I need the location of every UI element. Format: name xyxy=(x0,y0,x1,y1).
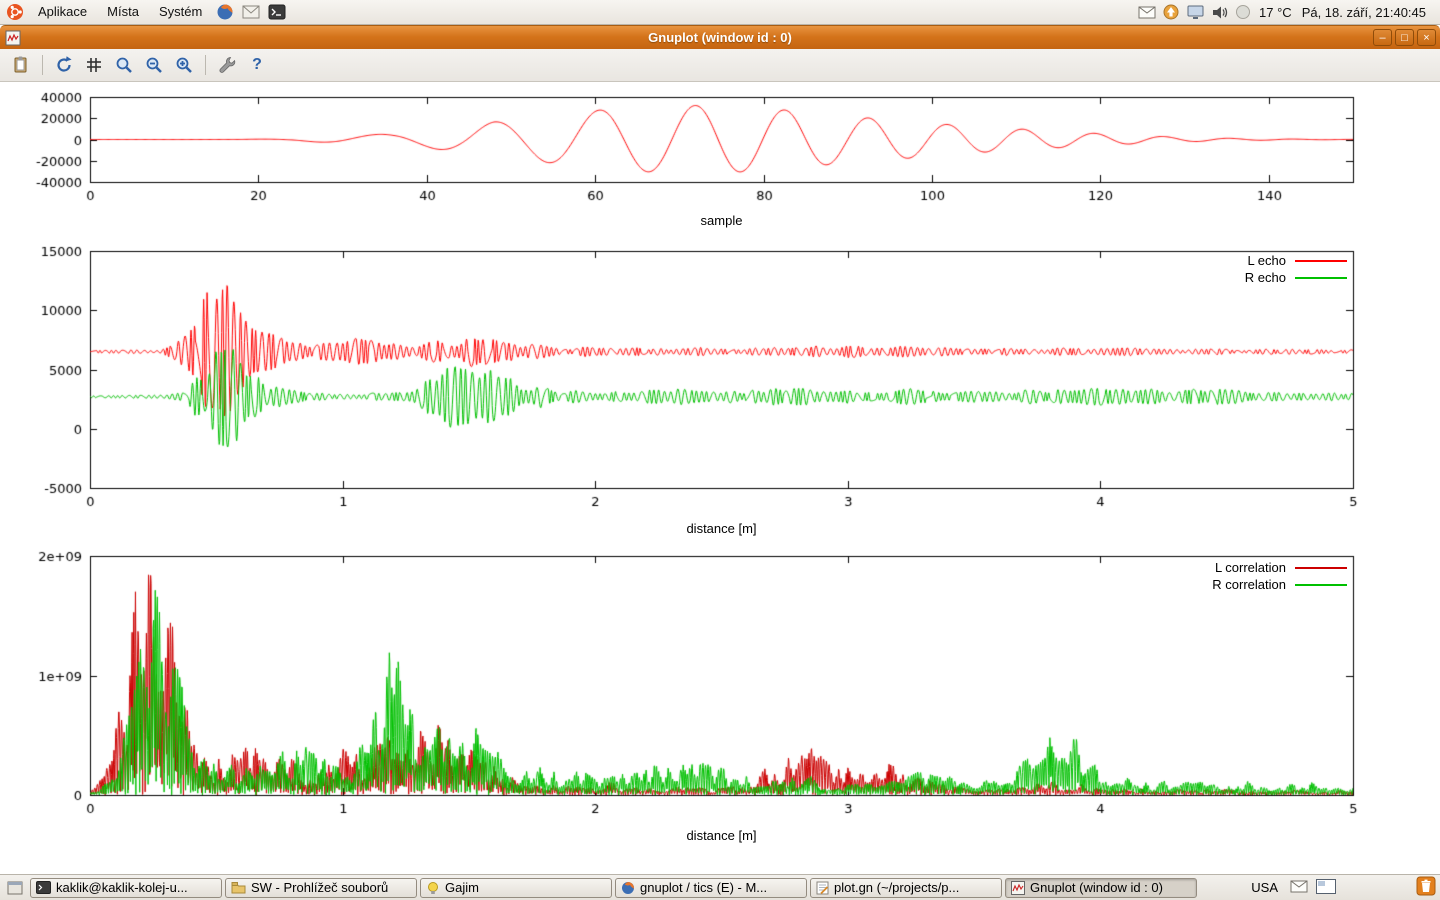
menu-applications[interactable]: Aplikace xyxy=(28,0,97,24)
legend-label: L correlation xyxy=(1215,560,1286,575)
zoom-previous-button[interactable] xyxy=(111,52,137,78)
trash-icon[interactable] xyxy=(1416,876,1436,899)
taskbar-item-browser[interactable]: gnuplot / tics (E) - M... xyxy=(615,878,807,898)
window-controls: – □ × xyxy=(1373,29,1436,46)
toolbar-separator xyxy=(205,55,206,75)
distributor-logo-icon[interactable] xyxy=(6,3,24,21)
clock[interactable]: Pá, 18. září, 21:40:45 xyxy=(1302,5,1426,20)
show-desktop-button[interactable] xyxy=(4,878,26,898)
wrench-icon[interactable] xyxy=(214,52,240,78)
keyboard-layout-indicator[interactable]: USA xyxy=(1247,880,1282,895)
zoom-in-button[interactable] xyxy=(171,52,197,78)
maximize-button[interactable]: □ xyxy=(1395,29,1414,46)
window-titlebar[interactable]: Gnuplot (window id : 0) – □ × xyxy=(0,25,1440,51)
taskbar-item-file-manager[interactable]: SW - Prohlížeč souborů xyxy=(225,878,417,898)
legend-label: R correlation xyxy=(1212,577,1286,592)
terminal-icon xyxy=(36,881,51,894)
legend-line-sample xyxy=(1295,567,1347,569)
window-title: Gnuplot (window id : 0) xyxy=(0,26,1440,50)
terminal-icon[interactable] xyxy=(266,1,288,23)
legend-line-sample xyxy=(1295,584,1347,586)
text-editor-icon xyxy=(816,881,829,895)
gnuplot-icon xyxy=(1011,881,1025,895)
firefox-icon xyxy=(621,881,635,895)
taskbar-item-gnuplot[interactable]: Gnuplot (window id : 0) xyxy=(1005,878,1197,898)
chart-top-canvas[interactable] xyxy=(0,90,1440,210)
menu-places[interactable]: Místa xyxy=(97,0,149,24)
taskbar-item-label: gnuplot / tics (E) - M... xyxy=(640,880,767,895)
minimize-button[interactable]: – xyxy=(1373,29,1392,46)
weather-icon[interactable] xyxy=(1233,2,1253,22)
window-toolbar: ? xyxy=(0,49,1440,82)
legend-line-sample xyxy=(1295,277,1347,279)
mail-icon[interactable] xyxy=(1290,880,1308,896)
close-button[interactable]: × xyxy=(1417,29,1436,46)
update-icon[interactable] xyxy=(1161,2,1181,22)
gajim-icon xyxy=(426,881,440,895)
grid-icon[interactable] xyxy=(81,52,107,78)
workspace-switcher-icon[interactable] xyxy=(1316,879,1336,897)
copy-button[interactable] xyxy=(8,52,34,78)
firefox-icon[interactable] xyxy=(214,1,236,23)
legend-label: L echo xyxy=(1247,253,1286,268)
file-manager-icon xyxy=(231,881,246,894)
desktop: Aplikace Místa Systém xyxy=(0,0,1440,900)
panel-left: Aplikace Místa Systém xyxy=(0,0,290,24)
menu-system[interactable]: Systém xyxy=(149,0,212,24)
toolbar-separator xyxy=(42,55,43,75)
chart-middle-legend: L echo R echo xyxy=(1245,252,1347,286)
chart-middle-canvas[interactable] xyxy=(0,240,1440,512)
legend-line-sample xyxy=(1295,260,1347,262)
chart-middle-xlabel: distance [m] xyxy=(90,521,1353,536)
mail-icon[interactable] xyxy=(240,1,262,23)
top-panel: Aplikace Místa Systém xyxy=(0,0,1440,25)
chart-top-xlabel: sample xyxy=(90,213,1353,228)
question-icon: ? xyxy=(252,56,262,74)
taskbar-item-label: plot.gn (~/projects/p... xyxy=(834,880,959,895)
taskbar-item-label: Gnuplot (window id : 0) xyxy=(1030,880,1163,895)
taskbar-item-label: kaklik@kaklik-kolej-u... xyxy=(56,880,188,895)
taskbar-item-terminal[interactable]: kaklik@kaklik-kolej-u... xyxy=(30,878,222,898)
chart-bottom-legend: L correlation R correlation xyxy=(1212,559,1347,593)
taskbar-item-gajim[interactable]: Gajim xyxy=(420,878,612,898)
taskbar-item-label: SW - Prohlížeč souborů xyxy=(251,880,388,895)
refresh-icon[interactable] xyxy=(51,52,77,78)
chart-bottom-xlabel: distance [m] xyxy=(90,828,1353,843)
zoom-out-button[interactable] xyxy=(141,52,167,78)
plot-area: sample L echo R echo distance [m] L corr… xyxy=(0,82,1440,874)
legend-label: R echo xyxy=(1245,270,1286,285)
panel-tray: 17 °C Pá, 18. září, 21:40:45 xyxy=(1135,0,1440,24)
help-button[interactable]: ? xyxy=(244,52,270,78)
display-icon[interactable] xyxy=(1185,2,1205,22)
volume-icon[interactable] xyxy=(1209,2,1229,22)
taskbar-right: USA xyxy=(1247,876,1436,899)
taskbar-item-label: Gajim xyxy=(445,880,479,895)
taskbar: kaklik@kaklik-kolej-u... SW - Prohlížeč … xyxy=(0,874,1440,900)
mail-notification-icon[interactable] xyxy=(1137,2,1157,22)
temperature-indicator[interactable]: 17 °C xyxy=(1259,5,1292,20)
taskbar-item-editor[interactable]: plot.gn (~/projects/p... xyxy=(810,878,1002,898)
